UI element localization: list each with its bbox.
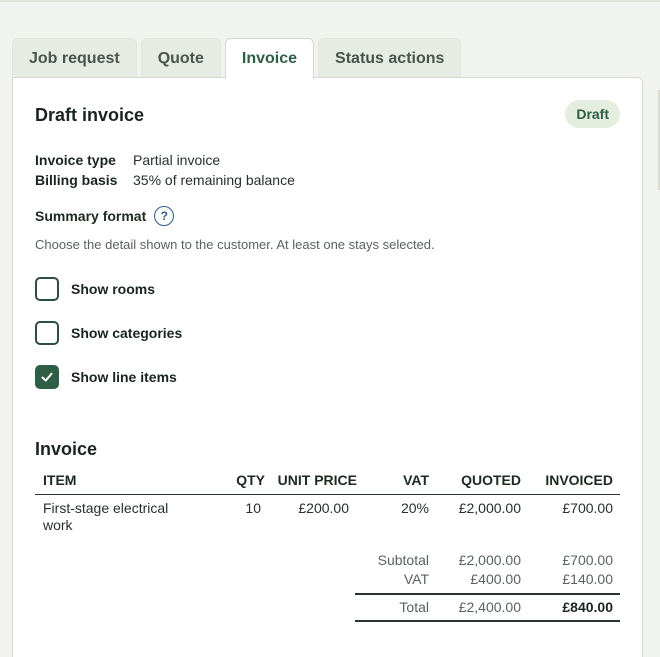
checkmark-icon: [41, 372, 53, 382]
col-item: ITEM: [43, 472, 77, 488]
vat-total-quoted: £400.00: [470, 571, 521, 587]
invoice-table: ITEM QTY UNIT PRICE VAT QUOTED INVOICED …: [35, 470, 620, 622]
tab-invoice[interactable]: Invoice: [224, 38, 315, 79]
qty-cell: 10: [245, 500, 261, 516]
col-quoted: QUOTED: [461, 472, 521, 488]
vat-total-invoiced: £140.00: [562, 571, 613, 587]
meta-row-basis: Billing basis 35% of remaining balance: [35, 170, 295, 190]
show-rooms-label: Show rooms: [71, 281, 156, 297]
invoice-type-label: Invoice type: [35, 152, 116, 168]
vat-total-label: VAT: [403, 571, 429, 587]
show-rooms-checkbox[interactable]: [35, 277, 59, 301]
invoice-type-value: Partial invoice: [133, 152, 221, 168]
summary-format-heading: Summary format ?: [35, 206, 175, 226]
status-badge: Draft: [565, 100, 620, 128]
subtotal-quoted: £2,000.00: [458, 552, 521, 568]
show-line-items-checkbox[interactable]: [35, 365, 59, 389]
subtotal-label: Subtotal: [377, 552, 429, 568]
tab-bar: Job request Quote Invoice Status actions: [12, 38, 465, 79]
panel-title: Draft invoice: [35, 105, 145, 125]
meta-row-type: Invoice type Partial invoice: [35, 150, 295, 170]
quoted-cell: £2,000.00: [458, 500, 521, 516]
option-show-line-items[interactable]: Show line items: [35, 365, 177, 389]
invoice-meta: Invoice type Partial invoice Billing bas…: [35, 150, 295, 190]
show-categories-checkbox[interactable]: [35, 321, 59, 345]
vat-total-row: VAT £400.00 £140.00: [35, 571, 620, 591]
option-show-categories[interactable]: Show categories: [35, 321, 182, 345]
summary-format-label: Summary format: [35, 208, 147, 224]
col-vat: VAT: [403, 472, 429, 488]
invoice-heading: Invoice: [35, 439, 98, 459]
total-invoiced: £840.00: [562, 599, 613, 615]
item-line-1: First-stage electrical: [43, 500, 169, 516]
col-invoiced: INVOICED: [545, 472, 613, 488]
tab-job-request[interactable]: Job request: [12, 38, 137, 78]
unit-price-cell: £200.00: [298, 500, 349, 516]
item-cell: First-stage electrical work: [43, 500, 168, 534]
grand-total-row: Total £2,400.00 £840.00: [35, 599, 620, 619]
total-label: Total: [399, 599, 429, 615]
item-line-2: work: [43, 517, 73, 533]
total-quoted: £2,400.00: [458, 599, 521, 615]
col-unit-price: UNIT PRICE: [277, 472, 357, 488]
draft-invoice-panel: Draft invoice Draft Invoice type Partial…: [12, 77, 643, 657]
total-divider-top: [355, 593, 620, 595]
show-categories-label: Show categories: [71, 325, 183, 341]
billing-basis-value: 35% of remaining balance: [133, 172, 295, 188]
billing-basis-label: Billing basis: [35, 172, 118, 188]
col-qty: QTY: [236, 472, 265, 488]
total-divider-bottom: [355, 620, 620, 622]
help-icon[interactable]: ?: [154, 206, 175, 226]
table-header: ITEM QTY UNIT PRICE VAT QUOTED INVOICED: [35, 470, 620, 495]
show-line-items-label: Show line items: [71, 369, 177, 385]
table-row: First-stage electrical work 10 £200.00 2…: [35, 495, 620, 535]
invoiced-cell: £700.00: [562, 500, 613, 516]
vat-cell: 20%: [400, 500, 429, 516]
option-show-rooms[interactable]: Show rooms: [35, 277, 155, 301]
top-divider: [0, 0, 660, 2]
subtotal-invoiced: £700.00: [562, 552, 613, 568]
tab-status-actions[interactable]: Status actions: [318, 38, 462, 78]
summary-hint: Choose the detail shown to the customer.…: [35, 237, 435, 252]
subtotal-row: Subtotal £2,000.00 £700.00: [35, 552, 620, 572]
tab-quote[interactable]: Quote: [140, 38, 221, 78]
